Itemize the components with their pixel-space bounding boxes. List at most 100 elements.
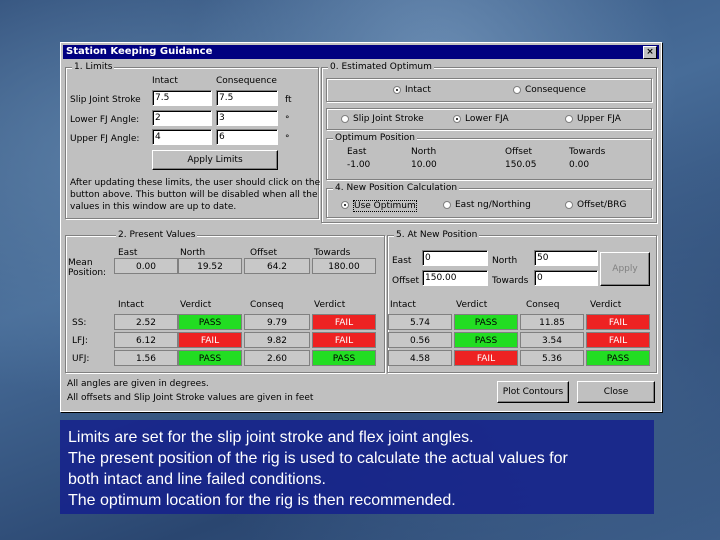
close-button[interactable]: Close [577,381,655,403]
easting-northing-radio[interactable] [443,201,451,209]
optimum-criteria-box: Slip Joint Stroke Lower FJA Upper FJA [326,108,652,130]
newpos-ufj-verdict-conseq: PASS [586,350,650,366]
newpos-east-field[interactable]: 0 [422,250,488,266]
newpos-east-label: East [392,256,412,266]
present-ss-verdict-conseq: FAIL [312,314,376,330]
newpos-ss-conseq: 11.85 [520,314,584,330]
close-icon[interactable]: × [643,46,657,59]
footer-note-units: All offsets and Slip Joint Stroke values… [67,393,314,403]
newpos-towards-field[interactable]: 0 [534,270,598,286]
newpos-towards-label: Towards [492,276,529,286]
newpos-north-field[interactable]: 50 [534,250,598,266]
newpos-ss-verdict-conseq: FAIL [586,314,650,330]
opt-pos-head-north: North [411,147,437,157]
newpos-col-intact: Intact [390,300,416,310]
present-ufj-verdict-intact: PASS [178,350,242,366]
upper-fja-radio[interactable] [565,115,573,123]
present-ufj-conseq: 2.60 [244,350,310,366]
mean-north: 19.52 [178,258,242,274]
limits-group-title: 1. Limits [72,62,115,72]
lower-fja-radio[interactable] [453,115,461,123]
offset-brg-radio[interactable] [565,201,573,209]
opt-pos-north: 10.00 [411,160,437,170]
present-col-intact: Intact [118,300,144,310]
limit-label-upper: Upper FJ Angle: [70,134,140,144]
slip-consequence-field[interactable]: 7.5 [216,90,278,106]
present-head-north: North [180,248,206,258]
caption-line-3: both intact and line failed conditions. [68,471,326,488]
optimum-group-title: 0. Estimated Optimum [328,62,434,72]
station-keeping-dialog: Station Keeping Guidance × 1. Limits Int… [60,42,662,412]
present-ufj-intact: 1.56 [114,350,178,366]
newpos-lfj-verdict-intact: PASS [454,332,518,348]
newpos-col-verdict-1: Verdict [456,300,488,310]
slide-caption: Limits are set for the slip joint stroke… [60,420,654,514]
optimum-position-title: Optimum Position [333,133,417,143]
optimum-position-box: Optimum Position East North Offset Towar… [326,133,652,180]
newpos-lfj-intact: 0.56 [388,332,452,348]
mean-east: 0.00 [114,258,178,274]
opt-pos-head-towards: Towards [569,147,606,157]
limits-note-3: values in this window are up to date. [70,202,237,212]
present-ss-intact: 2.52 [114,314,178,330]
present-row-lfj-label: LFJ: [72,336,88,346]
present-ss-verdict-intact: PASS [178,314,242,330]
opt-pos-east: -1.00 [347,160,371,170]
limits-group: 1. Limits Intact Consequence Slip Joint … [65,62,320,219]
mean-position-label-2: Position: [68,268,107,278]
newpos-offset-field[interactable]: 150.00 [422,270,488,286]
use-optimum-label: Use Optimum [353,200,417,212]
new-position-calc-title: 4. New Position Calculation [333,183,460,193]
present-col-verdict-2: Verdict [314,300,346,310]
lower-unit: ° [285,115,290,125]
present-ss-conseq: 9.79 [244,314,310,330]
opt-pos-offset: 150.05 [505,160,537,170]
optimum-case-box: Intact Consequence [326,78,652,102]
present-row-ufj-label: UFJ: [72,354,90,364]
upper-unit: ° [285,134,290,144]
upper-fja-radio-label: Upper FJA [577,114,621,124]
limits-note-2: button above. This button will be disabl… [70,190,318,200]
window-title: Station Keeping Guidance [66,46,213,57]
upper-intact-field[interactable]: 4 [152,129,212,145]
mean-offset: 64.2 [244,258,310,274]
consequence-radio-label: Consequence [525,85,586,95]
footer-note-angles: All angles are given in degrees. [67,379,209,389]
slip-joint-radio-label: Slip Joint Stroke [353,114,424,124]
lower-fja-radio-label: Lower FJA [465,114,509,124]
slip-joint-radio[interactable] [341,115,349,123]
mean-towards: 180.00 [312,258,376,274]
newpos-apply-button[interactable]: Apply [600,252,650,286]
present-lfj-intact: 6.12 [114,332,178,348]
present-lfj-verdict-intact: FAIL [178,332,242,348]
limits-col-consequence: Consequence [216,76,277,86]
slip-intact-field[interactable]: 7.5 [152,90,212,106]
lower-intact-field[interactable]: 2 [152,110,212,126]
present-col-conseq: Conseq [250,300,284,310]
newpos-col-verdict-2: Verdict [590,300,622,310]
opt-pos-towards: 0.00 [569,160,590,170]
newpos-ss-intact: 5.74 [388,314,452,330]
lower-consequence-field[interactable]: 3 [216,110,278,126]
intact-radio[interactable] [393,86,401,94]
new-position-title: 5. At New Position [394,230,480,240]
apply-limits-button[interactable]: Apply Limits [152,150,278,170]
newpos-lfj-conseq: 3.54 [520,332,584,348]
caption-line-4: The optimum location for the rig is then… [68,492,456,509]
present-head-offset: Offset [250,248,278,258]
newpos-col-conseq: Conseq [526,300,560,310]
mean-position-label-1: Mean [68,258,93,268]
limit-label-lower: Lower FJ Angle: [70,115,140,125]
optimum-group: 0. Estimated Optimum Intact Consequence … [321,62,657,223]
present-head-towards: Towards [314,248,351,258]
limits-col-intact: Intact [152,76,178,86]
new-position-calc-box: 4. New Position Calculation Use Optimum … [326,183,652,218]
plot-contours-button[interactable]: Plot Contours [497,381,569,403]
present-values-title: 2. Present Values [116,230,198,240]
consequence-radio[interactable] [513,86,521,94]
use-optimum-radio[interactable] [341,201,349,209]
present-col-verdict-1: Verdict [180,300,212,310]
upper-consequence-field[interactable]: 6 [216,129,278,145]
newpos-lfj-verdict-conseq: FAIL [586,332,650,348]
newpos-ufj-verdict-intact: FAIL [454,350,518,366]
